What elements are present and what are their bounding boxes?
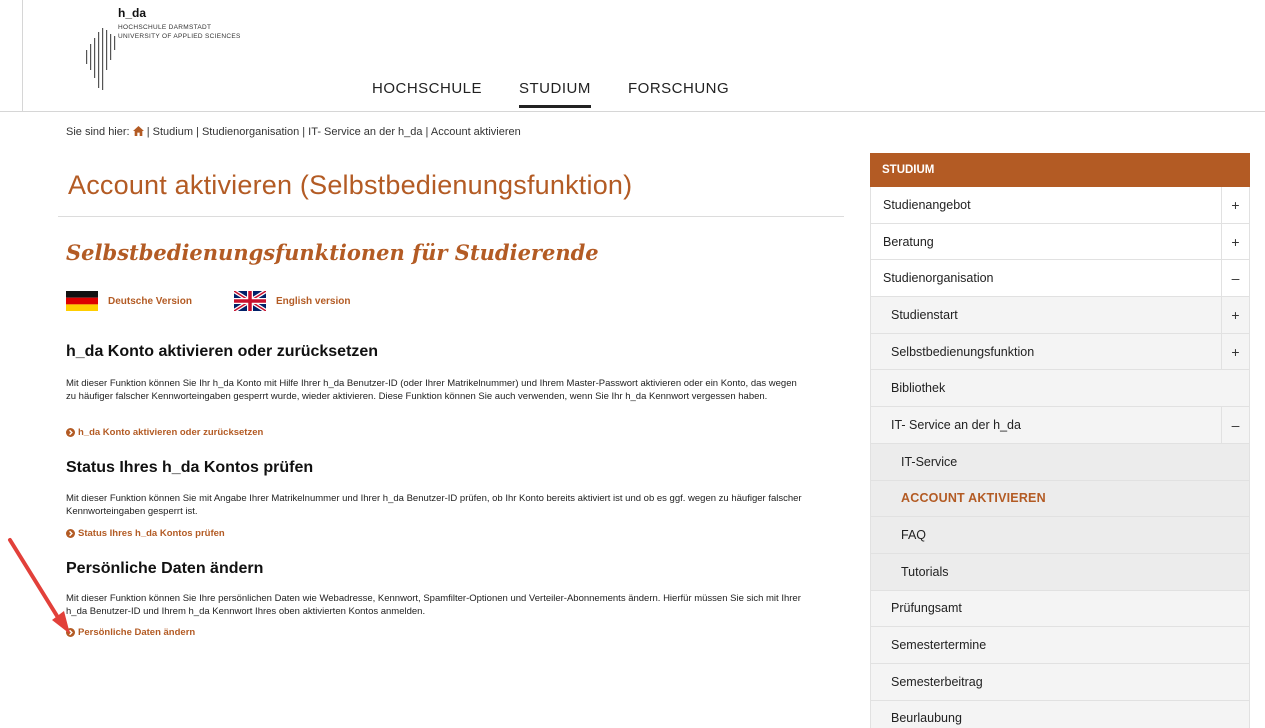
sidebar-item-label: Studienangebot xyxy=(883,197,971,212)
sidebar-item-label: Semesterbeitrag xyxy=(891,674,983,689)
logo-name: h_da xyxy=(118,6,147,20)
sidebar-item-label: Semestertermine xyxy=(891,638,987,653)
breadcrumb-current: Account aktivieren xyxy=(430,126,521,138)
sidebar-item-beurlaubung[interactable]: Beurlaubung xyxy=(870,700,1250,728)
breadcrumb-prefix: Sie sind hier: xyxy=(66,126,130,138)
sidebar-item-selbstbedienungsfunktion[interactable]: Selbstbedienungsfunktion + xyxy=(870,333,1250,371)
sidebar-item-beratung[interactable]: Beratung + xyxy=(870,223,1250,261)
sidebar-item-faq[interactable]: FAQ xyxy=(870,517,1250,554)
site-header: h_da HOCHSCHULE DARMSTADT UNIVERSITY OF … xyxy=(0,0,1265,112)
section-title-status: Status Ihres h_da Kontos prüfen xyxy=(66,459,314,476)
expand-icon[interactable]: + xyxy=(1221,187,1249,223)
sidebar-item-label: Beurlaubung xyxy=(891,711,962,726)
check-status-link[interactable]: Status Ihres h_da Kontos prüfen xyxy=(66,528,225,539)
sidebar-item-label: Tutorials xyxy=(901,564,949,579)
sidebar-nav: STUDIUM Studienangebot + Beratung + Stud… xyxy=(870,153,1250,728)
uk-flag-icon xyxy=(234,291,266,311)
circle-arrow-right-icon xyxy=(66,628,75,637)
sidebar-item-label: Bibliothek xyxy=(891,381,946,396)
sidebar-item-label: Beratung xyxy=(883,234,934,249)
german-version-link[interactable]: Deutsche Version xyxy=(66,290,192,312)
section-text-status: Mit dieser Funktion können Sie mit Angab… xyxy=(66,493,802,517)
hda-logo[interactable]: h_da HOCHSCHULE DARMSTADT UNIVERSITY OF … xyxy=(82,4,312,94)
logo-mark-icon xyxy=(86,28,116,90)
sidebar-item-label: Prüfungsamt xyxy=(891,601,962,616)
sidebar-item-semesterbeitrag[interactable]: Semesterbeitrag xyxy=(870,663,1250,701)
sidebar-header[interactable]: STUDIUM xyxy=(870,153,1250,187)
activate-account-link[interactable]: h_da Konto aktivieren oder zurücksetzen xyxy=(66,427,263,438)
sidebar-item-label: Studienstart xyxy=(891,307,958,322)
change-personal-data-link-label: Persönliche Daten ändern xyxy=(78,627,196,638)
sidebar-item-label: Studienorganisation xyxy=(883,271,994,286)
header-divider xyxy=(22,0,23,112)
nav-hochschule[interactable]: HOCHSCHULE xyxy=(372,80,482,105)
collapse-icon[interactable]: – xyxy=(1221,407,1249,443)
home-icon[interactable] xyxy=(132,126,144,136)
sidebar-item-label: IT- Service an der h_da xyxy=(891,417,1021,432)
breadcrumb: Sie sind hier: | Studium | Studienorgani… xyxy=(66,126,521,138)
sidebar-item-label: FAQ xyxy=(901,528,927,543)
nav-studium[interactable]: STUDIUM xyxy=(519,80,591,108)
page-title: Account aktivieren (Selbstbedienungsfunk… xyxy=(68,170,633,200)
english-version-link[interactable]: English version xyxy=(234,290,350,312)
section-text-personal-data: Mit dieser Funktion können Sie Ihre pers… xyxy=(66,593,801,617)
check-status-link-label: Status Ihres h_da Kontos prüfen xyxy=(78,528,225,539)
sidebar-item-label: ACCOUNT AKTIVIEREN xyxy=(901,491,1046,506)
collapse-icon[interactable]: – xyxy=(1221,260,1249,297)
sidebar-item-tutorials[interactable]: Tutorials xyxy=(870,553,1250,591)
sidebar-item-studienorganisation[interactable]: Studienorganisation – xyxy=(870,260,1250,298)
logo-line-2: UNIVERSITY OF APPLIED SCIENCES xyxy=(118,33,241,40)
german-version-label: Deutsche Version xyxy=(108,295,192,307)
activate-account-link-label: h_da Konto aktivieren oder zurücksetzen xyxy=(78,427,264,438)
circle-arrow-right-icon xyxy=(66,428,75,437)
section-text-activate: Mit dieser Funktion können Sie Ihr h_da … xyxy=(66,378,797,402)
expand-icon[interactable]: + xyxy=(1221,297,1249,333)
change-personal-data-link[interactable]: Persönliche Daten ändern xyxy=(66,627,195,638)
nav-forschung[interactable]: FORSCHUNG xyxy=(628,80,729,105)
spacer-2 xyxy=(4,700,5,701)
sidebar-item-pruefungsamt[interactable]: Prüfungsamt xyxy=(870,590,1250,628)
german-flag-icon xyxy=(66,291,98,311)
sidebar-item-bibliothek[interactable]: Bibliothek xyxy=(870,370,1250,408)
breadcrumb-trail[interactable]: | Studium | Studienorganisation | IT- Se… xyxy=(147,126,429,138)
section-title-personal-data: Persönliche Daten ändern xyxy=(66,560,264,577)
sidebar-item-studienangebot[interactable]: Studienangebot + xyxy=(870,187,1250,224)
sidebar-item-semestertermine[interactable]: Semestertermine xyxy=(870,627,1250,664)
expand-icon[interactable]: + xyxy=(1221,333,1249,370)
sidebar-item-it-service-hda[interactable]: IT- Service an der h_da – xyxy=(870,407,1250,444)
sidebar-item-label: IT-Service xyxy=(901,454,958,469)
sidebar-item-it-service[interactable]: IT-Service xyxy=(870,443,1250,481)
expand-icon[interactable]: + xyxy=(1221,223,1249,260)
section-title-activate: h_da Konto aktivieren oder zurücksetzen xyxy=(66,343,379,360)
circle-arrow-right-icon xyxy=(66,529,75,538)
spacer-5 xyxy=(0,700,1,701)
title-divider xyxy=(58,216,844,217)
english-version-label: English version xyxy=(276,295,351,307)
sidebar-item-studienstart[interactable]: Studienstart + xyxy=(870,297,1250,334)
sidebar-item-account-aktivieren[interactable]: ACCOUNT AKTIVIEREN xyxy=(870,480,1250,518)
page-subtitle: Selbstbedienungsfunktionen für Studieren… xyxy=(66,240,599,265)
logo-line-1: HOCHSCHULE DARMSTADT xyxy=(118,24,212,31)
sidebar-item-label: Selbstbedienungsfunktion xyxy=(891,344,1035,359)
